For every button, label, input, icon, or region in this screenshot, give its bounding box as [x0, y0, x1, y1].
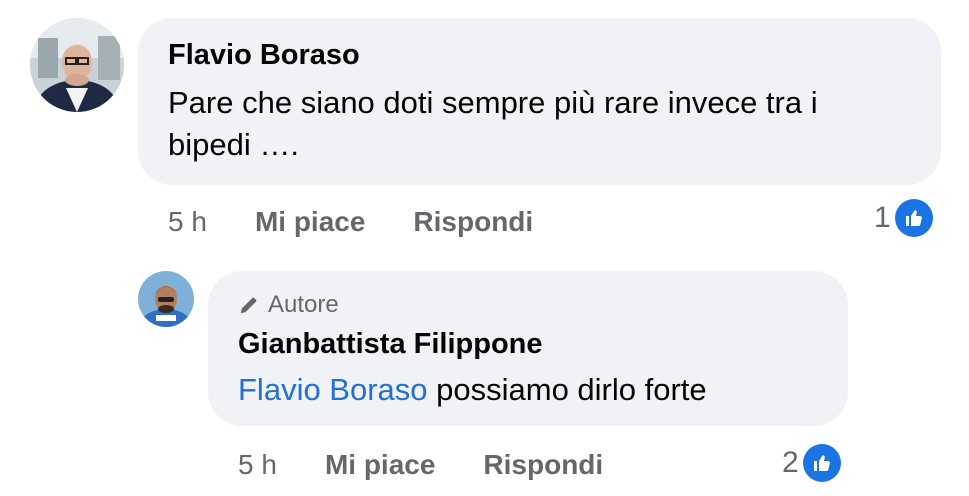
like-reaction-icon: [802, 444, 841, 482]
comment-bubble[interactable]: Flavio Boraso Pare che siano doti sempre…: [138, 18, 941, 185]
avatar-flavio-boraso[interactable]: [30, 18, 124, 112]
comment-text: Pare che siano doti sempre più rare inve…: [168, 85, 818, 162]
reply-reply-button[interactable]: Rispondi: [483, 449, 603, 481]
comment-reaction-count[interactable]: 1: [874, 198, 933, 238]
reply-author-name[interactable]: Gianbattista Filippone: [238, 327, 818, 361]
author-badge-label: Autore: [268, 291, 339, 318]
reply-actions: 5 h Mi piace Rispondi: [238, 447, 603, 483]
like-reaction-icon: [894, 199, 933, 237]
reply-timestamp[interactable]: 5 h: [238, 449, 277, 481]
reply-mention-link[interactable]: Flavio Boraso: [238, 372, 428, 407]
comment-reply-button[interactable]: Rispondi: [413, 206, 533, 238]
reply-reaction-count[interactable]: 2: [782, 443, 841, 483]
comment-timestamp[interactable]: 5 h: [168, 206, 207, 238]
pencil-icon: [240, 297, 257, 314]
avatar-gianbattista-filippone[interactable]: [138, 271, 194, 327]
comment-author-name[interactable]: Flavio Boraso: [168, 38, 911, 72]
author-badge: Autore: [238, 291, 818, 319]
comment-like-button[interactable]: Mi piace: [255, 206, 365, 238]
comment-actions: 5 h Mi piace Rispondi: [168, 204, 533, 240]
comment-reaction-number: 1: [874, 201, 891, 234]
avatar-photo: [30, 18, 124, 112]
reply-text-body: possiamo dirlo forte: [427, 372, 707, 407]
avatar-photo: [138, 271, 194, 327]
reply-text: Flavio Boraso possiamo dirlo forte: [238, 369, 818, 411]
reply-reaction-number: 2: [782, 446, 799, 479]
reply-bubble[interactable]: Autore Gianbattista Filippone Flavio Bor…: [208, 271, 848, 426]
reply-like-button[interactable]: Mi piace: [325, 449, 435, 481]
